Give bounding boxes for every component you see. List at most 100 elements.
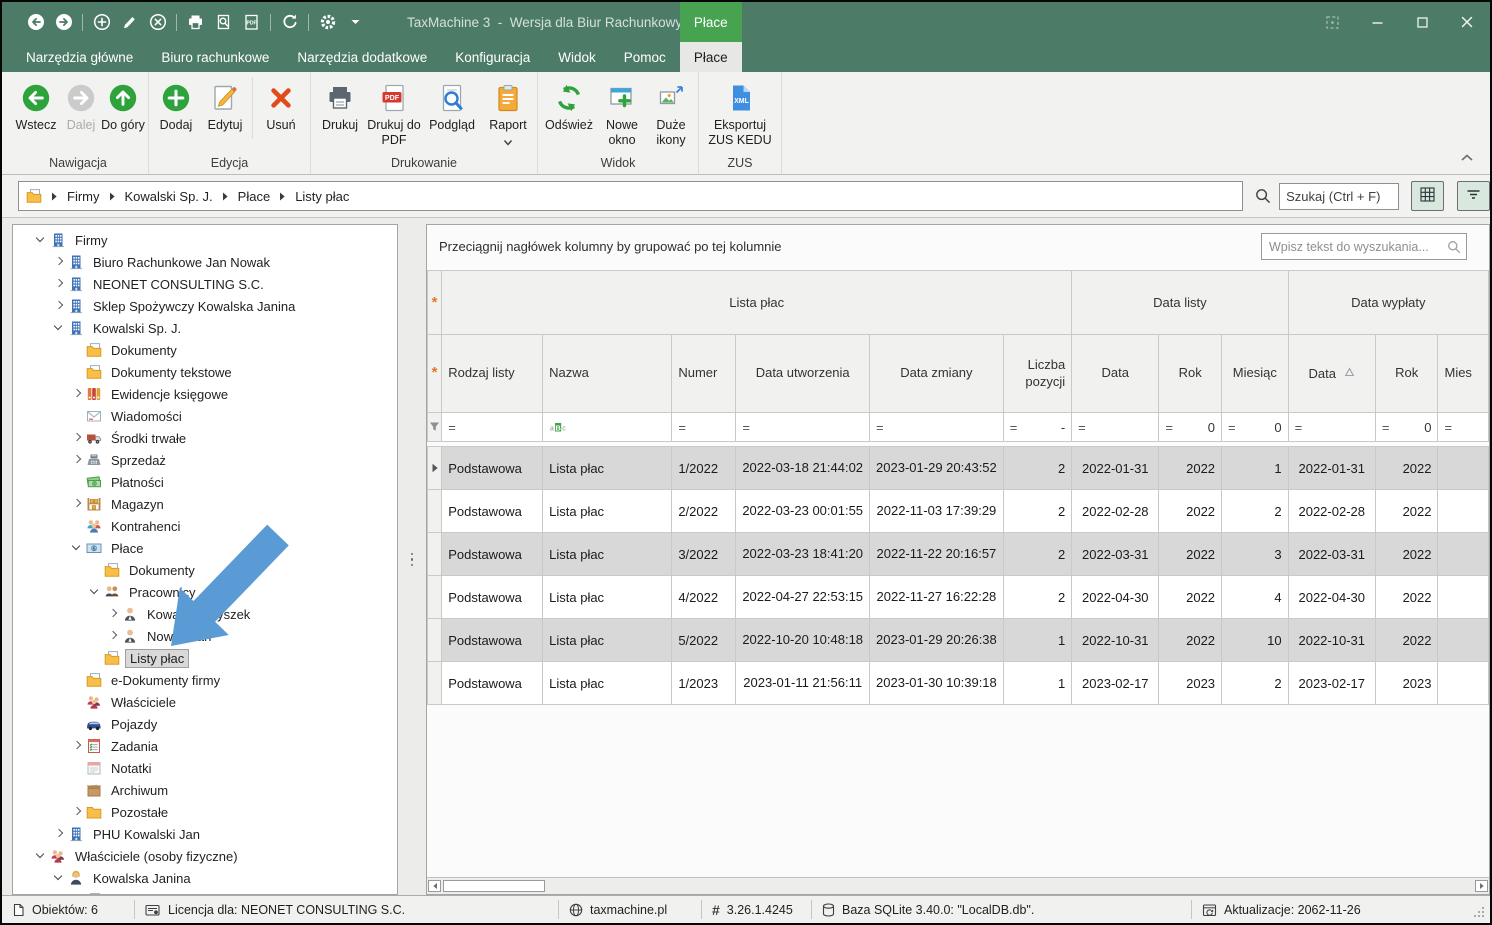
grid-search-input[interactable] [1262,234,1466,259]
tree-item-magazyn[interactable]: Magazyn [13,493,397,515]
contextual-tab-badge[interactable]: Płace [680,2,742,42]
chevron-closed-icon[interactable] [52,827,66,841]
grid-column-header-miesi-c[interactable]: Miesiąc [1222,335,1289,413]
chevron-open-icon[interactable] [52,871,66,885]
chevron-closed-icon[interactable] [70,453,84,467]
raport-button[interactable]: Raport [482,75,534,149]
grid-band-data-wyp-aty[interactable]: Data wypłaty [1288,271,1488,335]
grid-band-data-listy[interactable]: Data listy [1072,271,1288,335]
grid-column-header-liczba-pozycji[interactable]: Liczba pozycji [1003,335,1071,413]
tab-pomoc[interactable]: Pomoc [610,42,680,72]
global-search-input[interactable] [1279,183,1399,210]
dodaj-button[interactable]: Dodaj [152,75,200,133]
qat-delete-icon[interactable] [148,13,167,32]
tree-item-dokumenty[interactable]: Dokumenty [13,559,397,581]
dalej-button[interactable]: Dalej [61,75,101,133]
grid-column-header-data-utworzenia[interactable]: Data utworzenia [736,335,870,413]
tree-item-ewidencje-ksi-gowe[interactable]: Ewidencje księgowe [13,383,397,405]
chevron-closed-icon[interactable] [70,431,84,445]
breadcrumb-item-kowalski-sp-j[interactable]: Kowalski Sp. J. [125,189,213,204]
breadcrumb-item-firmy[interactable]: Firmy [67,189,100,204]
tree-item-w-a-ciciele-osoby-fizyczne[interactable]: Właściciele (osoby fizyczne) [13,845,397,867]
tab-konfiguracja[interactable]: Konfiguracja [441,42,544,72]
tree-item-pracownicy[interactable]: Pracownicy [13,581,397,603]
grid-column-header-rodzaj-listy[interactable]: Rodzaj listy [442,335,543,413]
tree-item-kontrahenci[interactable]: Kontrahenci [13,515,397,537]
resize-grip[interactable] [1474,907,1486,919]
grid-filter-cell[interactable]: aBc [543,413,672,442]
usu-button[interactable]: Usuń [255,75,307,133]
chevron-closed-icon[interactable] [70,805,84,819]
chevron-closed-icon[interactable] [52,299,66,313]
qat-forward-icon[interactable] [54,13,73,32]
tree-item-listy-p-ac[interactable]: Listy płac [13,647,397,669]
tree-item-phu-kowalski-jan[interactable]: PHU Kowalski Jan [13,823,397,845]
grid-column-header-data[interactable]: Data [1288,335,1375,413]
grid-column-header-rok[interactable]: Rok [1159,335,1222,413]
tab-biuro-rachunkowe[interactable]: Biuro rachunkowe [147,42,283,72]
tree-item-neonet-consulting-s-c[interactable]: NEONET CONSULTING S.C. [13,273,397,295]
tree-item-e-dokumenty-firmy[interactable]: e-Dokumenty firmy [13,669,397,691]
chevron-open-icon[interactable] [88,585,102,599]
grid-column-header-numer[interactable]: Numer [672,335,736,413]
chevron-closed-icon[interactable] [70,739,84,753]
qat-preview-icon[interactable] [214,13,233,32]
grid-filter-cell[interactable]: = [870,413,1004,442]
scroll-left-icon[interactable] [428,880,441,892]
tree-item-pojazdy[interactable]: Pojazdy [13,713,397,735]
drukuj-do-pdf-button[interactable]: PDFDrukuj do PDF [366,75,422,148]
chevron-closed-icon[interactable] [52,255,66,269]
tree-item-kowalski-zbyszek[interactable]: Kowalski Zbyszek [13,603,397,625]
tree-item-firmy[interactable]: Firmy [13,229,397,251]
qat-back-icon[interactable] [26,13,45,32]
collapse-ribbon-icon[interactable] [1460,150,1474,165]
tab-widok[interactable]: Widok [544,42,610,72]
grid-row[interactable]: PodstawowaLista płac5/20222022-10-20 10:… [428,619,1489,662]
tree-item-wiadomo-ci[interactable]: Wiadomości [13,405,397,427]
chevron-open-icon[interactable] [52,321,66,335]
tree-item-dokumenty[interactable]: Dokumenty [13,339,397,361]
tree-item-dokumenty-tekstowe[interactable]: Dokumenty tekstowe [13,361,397,383]
tree-item-kowalski-sp-j[interactable]: Kowalski Sp. J. [13,317,397,339]
grid-filter-cell[interactable]: =0 [1375,413,1438,442]
grid-band-lista-p-ac[interactable]: Lista płac [442,271,1072,335]
grid-filter-cell[interactable]: = [1072,413,1159,442]
tree-item-biuro-rachunkowe-jan-nowak[interactable]: Biuro Rachunkowe Jan Nowak [13,251,397,273]
tree-item-kowalska-janina[interactable]: Kowalska Janina [13,867,397,889]
grid-filter-cell[interactable]: = [672,413,736,442]
tree-item-w-a-ciciele[interactable]: Właściciele [13,691,397,713]
filter-button[interactable] [1457,181,1490,211]
edytuj-button[interactable]: Edytuj [200,75,250,133]
tab-p-ace[interactable]: PłacePłace [680,42,742,72]
grid-filter-cell[interactable]: = [442,413,543,442]
tree-item-archiwum[interactable]: Archiwum [13,779,397,801]
grid-column-header-rok[interactable]: Rok [1375,335,1438,413]
grid-filter-cell[interactable]: = [1438,413,1489,442]
close-icon[interactable] [1458,13,1476,31]
grid-column-header-mies[interactable]: Mies [1438,335,1489,413]
chevron-closed-icon[interactable] [52,277,66,291]
qat-pdf-icon[interactable]: PDF [242,13,261,32]
scrollbar-thumb[interactable] [443,880,545,892]
qat-dropdown-icon[interactable] [346,13,365,32]
grid-filter-cell[interactable]: = [736,413,870,442]
chevron-closed-icon[interactable] [70,387,84,401]
grid-filter-cell[interactable]: =0 [1159,413,1222,442]
tree-item-notatki[interactable]: Notatki [13,757,397,779]
chevron-open-icon[interactable] [34,233,48,247]
grid-row[interactable]: PodstawowaLista płac1/20232023-01-11 21:… [428,662,1489,705]
du-e-ikony-button[interactable]: Duże ikony [647,75,695,148]
qat-refresh-icon[interactable] [280,13,299,32]
tree-item-rodki-trwa-e[interactable]: Środki trwałe [13,427,397,449]
breadcrumb-item-p-ace[interactable]: Płace [238,189,271,204]
snip-icon[interactable] [1323,13,1341,31]
grid-view-button[interactable] [1411,181,1444,211]
maximize-icon[interactable] [1413,13,1431,31]
tab-narz-dzia-g-wne[interactable]: Narzędzia główne [12,42,147,72]
scroll-right-icon[interactable] [1475,880,1488,892]
grid-column-header-nazwa[interactable]: Nazwa [543,335,672,413]
breadcrumb-item-listy-p-ac[interactable]: Listy płac [295,189,349,204]
panel-splitter[interactable] [402,224,422,895]
tree-item-sklep-spo-ywczy-kowalska-janina[interactable]: Sklep Spożywczy Kowalska Janina [13,295,397,317]
chevron-closed-icon[interactable] [106,629,120,643]
